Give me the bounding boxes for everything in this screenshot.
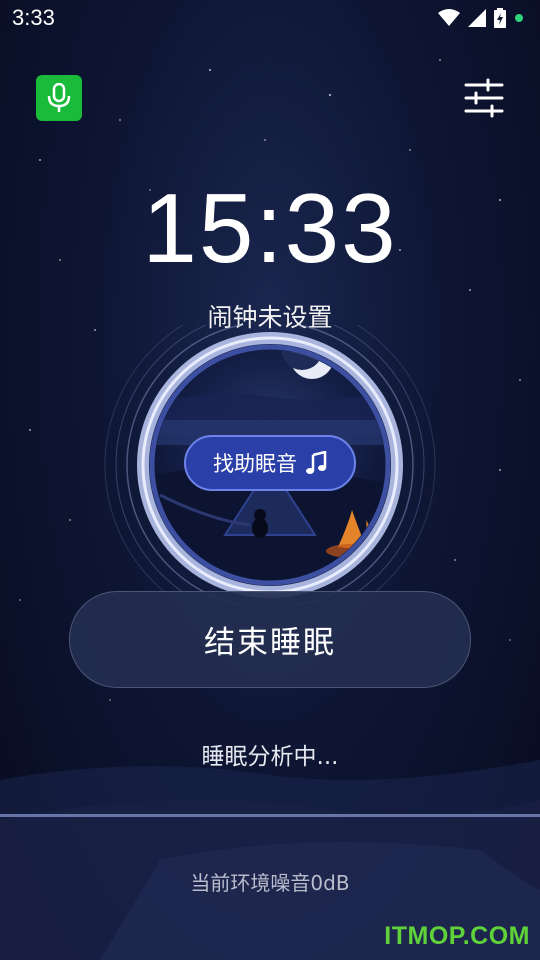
ambient-noise-level: 当前环境噪音0dB bbox=[190, 871, 350, 895]
wifi-icon bbox=[438, 9, 460, 26]
notification-dot-icon bbox=[515, 14, 523, 22]
find-sleep-sound-label: 找助眠音 bbox=[213, 452, 297, 476]
find-sleep-sound-button[interactable]: 找助眠音 bbox=[184, 435, 356, 491]
clock-time: 15:33 bbox=[142, 173, 398, 283]
end-sleep-button[interactable]: 结束睡眠 bbox=[69, 591, 471, 688]
microphone-icon bbox=[47, 83, 71, 112]
cellular-signal-icon bbox=[468, 9, 486, 27]
voice-record-button[interactable] bbox=[36, 75, 82, 121]
sliders-icon bbox=[464, 78, 504, 118]
sound-wave-line bbox=[0, 814, 540, 817]
music-note-icon bbox=[306, 451, 327, 474]
status-bar: 3:33 bbox=[0, 0, 540, 38]
settings-sliders-button[interactable] bbox=[462, 78, 506, 118]
end-sleep-label: 结束睡眠 bbox=[204, 625, 336, 661]
watermark-logo: ITMOP.COM bbox=[384, 922, 530, 950]
battery-charging-icon bbox=[494, 8, 506, 28]
sleep-analysis-status: 睡眠分析中... bbox=[201, 744, 339, 770]
status-time: 3:33 bbox=[12, 5, 55, 30]
status-icons bbox=[438, 8, 524, 28]
